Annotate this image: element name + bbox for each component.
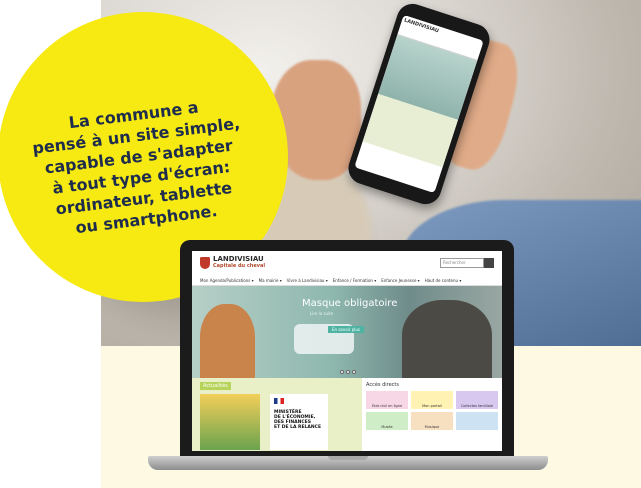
news-card[interactable]: MINISTÈRE DE L'ÉCONOMIE, DES FINANCES ET… xyxy=(270,394,328,450)
site-tagline: Capitale du cheval xyxy=(213,263,266,269)
ministry-text: MINISTÈRE DE L'ÉCONOMIE, DES FINANCES ET… xyxy=(274,410,321,430)
site-search: Rechercher xyxy=(440,258,494,268)
hero-image-couple xyxy=(402,300,492,378)
nav-item[interactable]: Ma mairie ▾ xyxy=(259,278,282,283)
quick-access: Accès directs Etat civil en ligne Mon po… xyxy=(362,378,502,451)
quick-access-tile[interactable]: Mon portail xyxy=(411,391,453,409)
marianne-logo xyxy=(274,398,284,404)
nav-item[interactable]: Mon Agenda/Publications ▾ xyxy=(200,278,254,283)
search-input[interactable]: Rechercher xyxy=(440,258,484,268)
site-logo[interactable]: LANDIVISIAU Capitale du cheval xyxy=(200,256,265,270)
hero-subtitle: Lire la suite xyxy=(310,311,334,316)
news-section: Actualités MINISTÈRE DE L'ÉCONOMIE, DES … xyxy=(192,378,362,451)
shield-icon xyxy=(200,257,210,269)
quick-access-tile[interactable]: Etat civil en ligne xyxy=(366,391,408,409)
quick-access-tile[interactable]: Musée xyxy=(366,412,408,430)
nav-item[interactable]: Haut de contenu ▾ xyxy=(425,278,462,283)
quick-access-tile[interactable]: Musique xyxy=(411,412,453,430)
hero-image-woman xyxy=(200,304,255,378)
nav-item[interactable]: Enfance Jeunesse ▾ xyxy=(381,278,419,283)
news-image[interactable] xyxy=(200,394,260,450)
callout-text: La commune a pensé à un site simple, cap… xyxy=(13,90,267,244)
laptop-base xyxy=(148,456,548,470)
site-nav: Mon Agenda/Publications ▾ Ma mairie ▾ Vi… xyxy=(192,275,502,286)
site-lower: Actualités MINISTÈRE DE L'ÉCONOMIE, DES … xyxy=(192,378,502,451)
quick-access-tile[interactable] xyxy=(456,412,498,430)
slider-dot[interactable] xyxy=(352,370,356,374)
site-brand-name: LANDIVISIAU xyxy=(213,255,264,263)
laptop-notch xyxy=(328,456,368,460)
news-tag: Actualités xyxy=(200,382,231,390)
quick-access-tiles: Etat civil en ligne Mon portail Collecte… xyxy=(366,391,498,430)
nav-item[interactable]: Enfance / Formation ▾ xyxy=(333,278,376,283)
laptop-screen: LANDIVISIAU Capitale du cheval Recherche… xyxy=(192,251,502,451)
slider-dot[interactable] xyxy=(340,370,344,374)
site-header: LANDIVISIAU Capitale du cheval Recherche… xyxy=(192,251,502,275)
quick-access-tile[interactable]: Collectes familiale xyxy=(456,391,498,409)
slider-dots xyxy=(340,370,356,374)
hero-slider: Masque obligatoire Lire la suite En savo… xyxy=(192,286,502,378)
site-brand: LANDIVISIAU Capitale du cheval xyxy=(213,256,265,270)
search-button[interactable] xyxy=(484,258,494,268)
hero-button[interactable]: En savoir plus xyxy=(328,326,364,333)
ministry-line: ET DE LA RELANCE xyxy=(274,425,322,430)
quick-access-title: Accès directs xyxy=(366,382,400,388)
laptop: LANDIVISIAU Capitale du cheval Recherche… xyxy=(180,240,514,458)
nav-item[interactable]: Vivre à Landivisiau ▾ xyxy=(287,278,328,283)
hero-title: Masque obligatoire xyxy=(302,298,398,309)
slider-dot[interactable] xyxy=(346,370,350,374)
